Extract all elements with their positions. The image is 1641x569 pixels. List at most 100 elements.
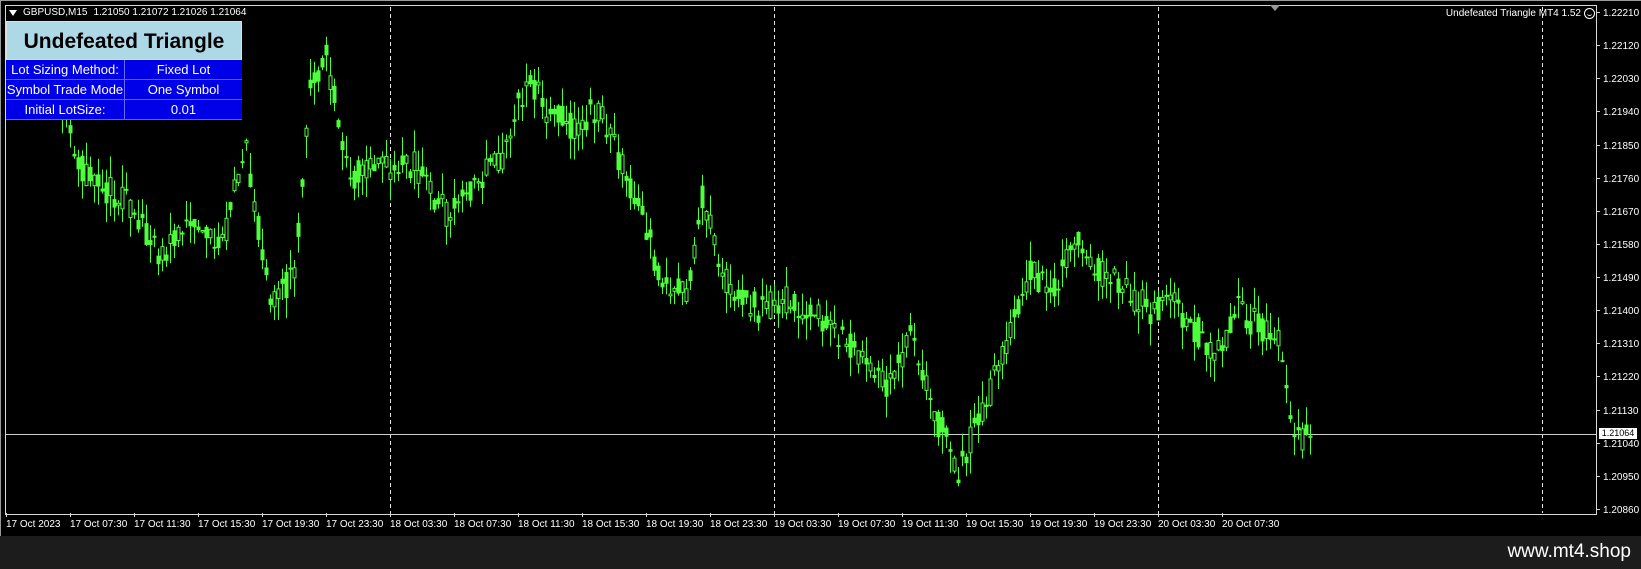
candle-body: [1168, 294, 1173, 301]
candle-body: [424, 174, 429, 177]
candle-body: [544, 116, 549, 124]
candle-body: [344, 156, 349, 159]
candle-body: [1144, 298, 1149, 308]
x-tick-label: 20 Oct 07:30: [1222, 519, 1280, 530]
candle-body: [128, 199, 133, 219]
candle-body: [916, 363, 921, 366]
candle-body: [208, 228, 213, 239]
candle-body: [900, 352, 905, 368]
candle-body: [352, 170, 357, 189]
candle-body: [324, 44, 329, 56]
candle-body: [992, 365, 997, 371]
smiley-icon: [1584, 8, 1595, 19]
candle-body: [220, 233, 225, 238]
candle-body: [968, 426, 973, 454]
panel-row-value: 0.01: [170, 102, 197, 117]
candle-body: [180, 232, 185, 235]
candle-body: [684, 288, 689, 303]
candle-body: [536, 81, 541, 86]
candle-body: [1060, 259, 1065, 267]
candle-body: [1288, 415, 1293, 420]
candle-body: [1088, 256, 1093, 267]
candle-body: [172, 230, 177, 247]
candle-body: [368, 158, 373, 170]
y-tick-label: 1.22030: [1603, 74, 1640, 85]
candle-body: [1280, 360, 1285, 363]
candle-body: [280, 278, 285, 284]
candle-body: [400, 155, 405, 166]
candle-body: [644, 232, 649, 240]
candle-body: [1212, 352, 1217, 361]
candle-body: [852, 341, 857, 348]
candle-body: [480, 181, 485, 189]
candle-body: [1044, 286, 1049, 294]
candle-body: [468, 181, 473, 201]
candle-body: [628, 178, 633, 199]
candle-body: [1064, 249, 1069, 269]
candle-body: [596, 102, 601, 122]
candle-body: [292, 267, 297, 279]
chart-window[interactable]: 1.22210 1.22120 1.22030 1.21940 1.21850 1.217…: [0, 0, 1641, 536]
candle-body: [176, 226, 181, 242]
candle-body: [792, 293, 797, 311]
candle-body: [412, 151, 417, 172]
candle-body: [564, 121, 569, 125]
candle-body: [1220, 345, 1225, 352]
candle-body: [108, 176, 113, 197]
ea-name: Undefeated Triangle MT4 1.52: [1445, 8, 1581, 19]
candle-body: [452, 197, 457, 209]
y-tick-label: 1.21220: [1603, 372, 1640, 383]
candle-body: [636, 198, 641, 207]
candle-body: [1292, 435, 1297, 438]
candle-body: [576, 122, 581, 136]
candle-body: [80, 155, 85, 182]
candle-body: [1096, 258, 1101, 281]
candle-body: [568, 112, 573, 139]
y-tick-label: 1.21400: [1603, 306, 1640, 317]
candle-body: [320, 57, 325, 68]
candle-body: [620, 154, 625, 175]
candle-body: [1184, 318, 1189, 328]
candle-body: [768, 291, 773, 319]
y-tick-label: 1.21580: [1603, 240, 1640, 251]
panel-row-label: Lot Sizing Method:: [6, 60, 125, 79]
candle-body: [148, 240, 153, 246]
candle-body: [1004, 340, 1009, 355]
candle-body: [648, 229, 653, 238]
y-tick-label: 1.21760: [1603, 174, 1640, 185]
candle-body: [248, 173, 253, 188]
candle-body: [1200, 331, 1205, 334]
chart-shift-marker-icon[interactable]: [1270, 5, 1280, 11]
candle-body: [1228, 316, 1233, 333]
x-tick-label: 19 Oct 03:30: [774, 519, 832, 530]
candle-body: [232, 179, 237, 192]
candle-body: [164, 254, 169, 261]
candle-body: [984, 404, 989, 407]
candle-body: [872, 374, 877, 379]
candle-body: [1300, 428, 1305, 451]
candle-body: [676, 278, 681, 294]
x-tick-label: 17 Oct 15:30: [198, 519, 256, 530]
candle-body: [584, 121, 589, 131]
candle-body: [516, 92, 521, 99]
chart-menu-triangle-icon[interactable]: [9, 9, 17, 16]
candle-body: [144, 223, 149, 245]
candle-body: [1056, 288, 1061, 291]
candle-body: [1000, 345, 1005, 365]
candle-body: [216, 236, 221, 249]
candle-body: [456, 201, 461, 204]
price-chart[interactable]: 1.22210 1.22120 1.22030 1.21940 1.21850 1.217…: [1, 1, 1641, 537]
x-tick-label: 19 Oct 11:30: [902, 519, 959, 530]
symbol-timeframe: GBPUSD,M15: [23, 7, 88, 18]
panel-row: Initial LotSize: 0.01: [6, 100, 242, 120]
candle-body: [812, 314, 817, 317]
candle-body: [740, 289, 745, 305]
candle-body: [1276, 329, 1281, 347]
candle-body: [796, 315, 801, 318]
x-tick-label: 19 Oct 23:30: [1094, 519, 1152, 530]
candle-body: [840, 326, 845, 330]
x-tick-label: 18 Oct 15:30: [582, 519, 640, 530]
candle-body: [256, 216, 261, 240]
candle-body: [712, 235, 717, 246]
candle-body: [656, 265, 661, 281]
